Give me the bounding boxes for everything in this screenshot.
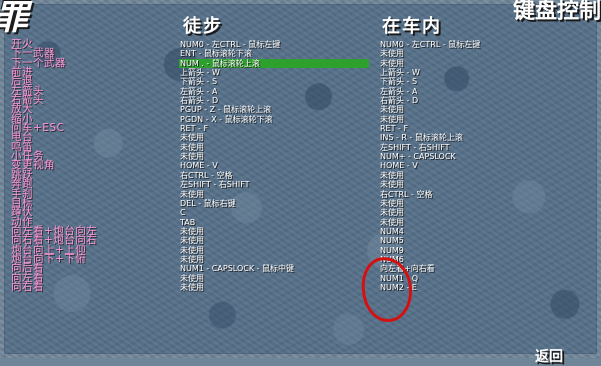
- in-vehicle-binding[interactable]: 未使用: [380, 218, 580, 227]
- action-label[interactable]: 跳跃: [11, 169, 169, 180]
- in-vehicle-binding[interactable]: 左SHIFT - 右SHIFT: [380, 143, 580, 152]
- action-label[interactable]: 问车+ESC: [11, 123, 169, 134]
- in-vehicle-column-header: 在车内: [382, 16, 442, 37]
- in-vehicle-binding[interactable]: HOME - V: [380, 161, 580, 170]
- back-button[interactable]: 返回: [535, 346, 563, 366]
- on-foot-binding[interactable]: 未使用: [180, 255, 375, 264]
- in-vehicle-binding[interactable]: 未使用: [380, 199, 580, 208]
- on-foot-binding[interactable]: NUM . - 鼠标滚轮上滚: [180, 59, 375, 68]
- action-label[interactable]: 下一个武器: [11, 57, 169, 68]
- on-foot-binding[interactable]: NUM1 - CAPSLOCK - 鼠标中键: [180, 264, 375, 273]
- on-foot-binding[interactable]: NUM0 - 左CTRL - 鼠标左键: [180, 40, 375, 49]
- on-foot-binding[interactable]: 未使用: [180, 246, 375, 255]
- on-foot-binding[interactable]: C: [180, 208, 375, 217]
- action-label[interactable]: 目标: [11, 197, 169, 208]
- in-vehicle-binding[interactable]: 下箭头 - S: [380, 77, 580, 86]
- on-foot-binding[interactable]: 未使用: [180, 190, 375, 199]
- in-vehicle-binding[interactable]: NUM0 - 左CTRL - 鼠标左键: [380, 40, 580, 49]
- on-foot-binding[interactable]: 未使用: [180, 152, 375, 161]
- on-foot-column-header: 徒步: [183, 16, 223, 37]
- in-vehicle-binding[interactable]: NUM4: [380, 227, 580, 236]
- in-vehicle-binding[interactable]: NUM9: [380, 246, 580, 255]
- in-vehicle-binding[interactable]: 未使用: [380, 208, 580, 217]
- on-foot-binding[interactable]: 未使用: [180, 133, 375, 142]
- on-foot-binding[interactable]: HOME - V: [180, 161, 375, 170]
- game-logo: 罪: [0, 0, 28, 39]
- action-list: 开火 下一武器 下一个武器 前进 后退 左箭头 右箭头 放大 缩小 问车+ESC 电台 鸣笛 小任务 变更…: [11, 39, 169, 293]
- on-foot-binding[interactable]: 未使用: [180, 236, 375, 245]
- in-vehicle-binding[interactable]: NUM5: [380, 236, 580, 245]
- in-vehicle-binding[interactable]: 左箭头 - A: [380, 87, 580, 96]
- in-vehicle-key-list: NUM0 - 左CTRL - 鼠标左键 未使用 未使用 上箭头 - W 下箭头 - S左…: [380, 40, 580, 292]
- on-foot-binding[interactable]: DEL - 鼠标右键: [180, 199, 375, 208]
- action-label[interactable]: 手刹: [11, 188, 169, 199]
- on-foot-binding[interactable]: PGUP - Z - 鼠标滚轮上滚: [180, 105, 375, 114]
- on-foot-binding[interactable]: 右CTRL - 空格: [180, 171, 375, 180]
- on-foot-binding[interactable]: PGDN - X - 鼠标滚轮下滚: [180, 115, 375, 124]
- in-vehicle-binding[interactable]: 未使用: [380, 180, 580, 189]
- on-foot-binding[interactable]: 未使用: [180, 274, 375, 283]
- action-label[interactable]: 奔跑: [11, 179, 169, 190]
- in-vehicle-binding[interactable]: INS - R - 鼠标滚轮上滚: [380, 133, 580, 142]
- in-vehicle-binding[interactable]: NUM6: [380, 255, 580, 264]
- on-foot-binding[interactable]: 左箭头 - A: [180, 87, 375, 96]
- action-label[interactable]: 电台: [11, 132, 169, 143]
- on-foot-binding[interactable]: RET - F: [180, 124, 375, 133]
- in-vehicle-binding[interactable]: 上箭头 - W: [380, 68, 580, 77]
- action-label[interactable]: 右箭头: [11, 95, 169, 106]
- in-vehicle-binding[interactable]: 未使用: [380, 171, 580, 180]
- in-vehicle-binding[interactable]: 未使用: [380, 115, 580, 124]
- in-vehicle-binding[interactable]: 未使用: [380, 49, 580, 58]
- in-vehicle-binding[interactable]: 未使用: [380, 105, 580, 114]
- on-foot-binding[interactable]: 未使用: [180, 143, 375, 152]
- action-label[interactable]: 变更视角: [11, 160, 169, 171]
- on-foot-binding[interactable]: 未使用: [180, 283, 375, 292]
- on-foot-key-list: NUM0 - 左CTRL - 鼠标左键 ENT - 鼠标滚轮下滚 NUM . - 鼠…: [180, 40, 375, 292]
- in-vehicle-binding[interactable]: 未使用: [380, 59, 580, 68]
- in-vehicle-binding[interactable]: 右箭头 - D: [380, 96, 580, 105]
- on-foot-binding[interactable]: 下箭头 - S: [180, 77, 375, 86]
- action-label[interactable]: 前进: [11, 67, 169, 78]
- on-foot-binding[interactable]: 左SHIFT - 右SHIFT: [180, 180, 375, 189]
- on-foot-binding[interactable]: ENT - 鼠标滚轮下滚: [180, 49, 375, 58]
- on-foot-binding[interactable]: 右箭头 - D: [180, 96, 375, 105]
- in-vehicle-binding[interactable]: 右CTRL - 空格: [380, 190, 580, 199]
- in-vehicle-binding[interactable]: NUM+ - CAPSLOCK: [380, 152, 580, 161]
- screen-title: 键盘控制: [512, 0, 601, 24]
- action-label[interactable]: 放大: [11, 104, 169, 115]
- on-foot-binding[interactable]: 上箭头 - W: [180, 68, 375, 77]
- on-foot-binding[interactable]: 未使用: [180, 227, 375, 236]
- action-label[interactable]: 向右看: [11, 281, 169, 292]
- on-foot-binding[interactable]: TAB: [180, 218, 375, 227]
- action-label[interactable]: 蹲伏: [11, 207, 169, 218]
- in-vehicle-binding[interactable]: 向左看+向右看: [380, 264, 580, 273]
